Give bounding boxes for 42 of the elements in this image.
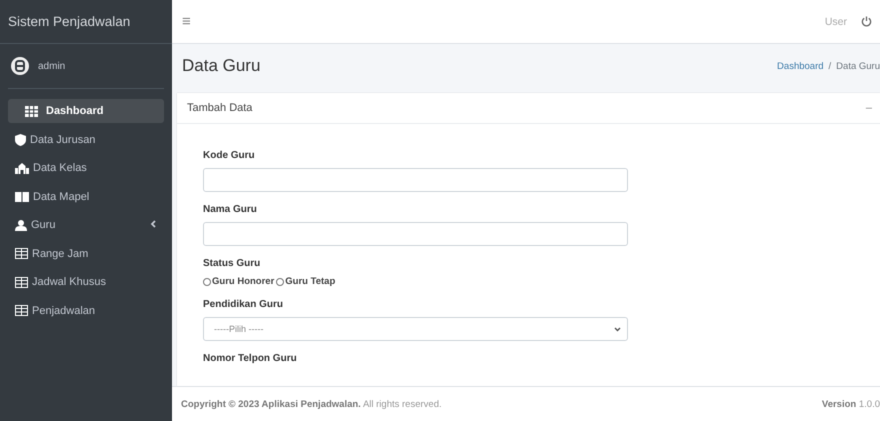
person-icon — [15, 220, 27, 230]
radio-button[interactable] — [276, 278, 284, 286]
building-icon — [15, 162, 29, 174]
field-label: Pendidikan Guru — [203, 299, 284, 310]
field-label: Status Guru — [203, 258, 262, 269]
menu-button[interactable]: ≡ — [182, 13, 191, 30]
shield-icon — [15, 134, 26, 146]
sidebar-item[interactable]: Data Kelas — [8, 156, 164, 180]
sidebar-item[interactable]: Data Jurusan — [8, 128, 164, 152]
table-icon — [15, 276, 28, 288]
input-field[interactable] — [203, 222, 628, 246]
radio-label[interactable]: Guru Honorer — [212, 276, 274, 287]
collapse-button[interactable]: – — [866, 102, 872, 114]
radio-button[interactable] — [203, 278, 211, 286]
input-field[interactable] — [203, 168, 628, 192]
table-icon — [15, 248, 28, 259]
avatar-icon — [11, 57, 29, 75]
page-title: Data Guru — [182, 56, 262, 76]
copyright-text: Copyright © 2023 Aplikasi Penjadwalan. All rights reserved. — [181, 398, 442, 410]
app-title: Sistem Penjadwalan — [8, 14, 130, 29]
sidebar-item[interactable]: Data Mapel — [8, 184, 164, 208]
breadcrumb-separator: / — [828, 60, 832, 72]
field-label: Kode Guru — [203, 150, 256, 161]
sidebar-item[interactable]: Guru — [8, 213, 164, 237]
version-text: Version 1.0.0 — [822, 398, 880, 410]
sidebar-item[interactable]: Range Jam — [8, 242, 164, 266]
select-field[interactable]: -----Pilih ----- — [203, 317, 628, 341]
breadcrumb-link[interactable]: Dashboard — [777, 60, 824, 72]
power-icon[interactable] — [861, 16, 872, 27]
sidebar-item[interactable]: Jadwal Khusus — [8, 270, 164, 294]
sidebar-item[interactable]: Penjadwalan — [8, 298, 164, 322]
card-title: Tambah Data — [187, 102, 254, 114]
book-icon — [15, 191, 29, 202]
table-icon — [15, 305, 28, 316]
field-label: Nama Guru — [203, 204, 258, 215]
breadcrumb-current: Data Guru — [836, 60, 880, 72]
radio-label[interactable]: Guru Tetap — [285, 276, 336, 287]
chevron-down-icon — [614, 326, 621, 332]
grid-icon — [25, 106, 38, 116]
user-name[interactable]: admin — [38, 60, 66, 72]
sidebar-item[interactable]: Dashboard — [8, 99, 164, 123]
field-label: Nomor Telpon Guru — [203, 353, 298, 364]
